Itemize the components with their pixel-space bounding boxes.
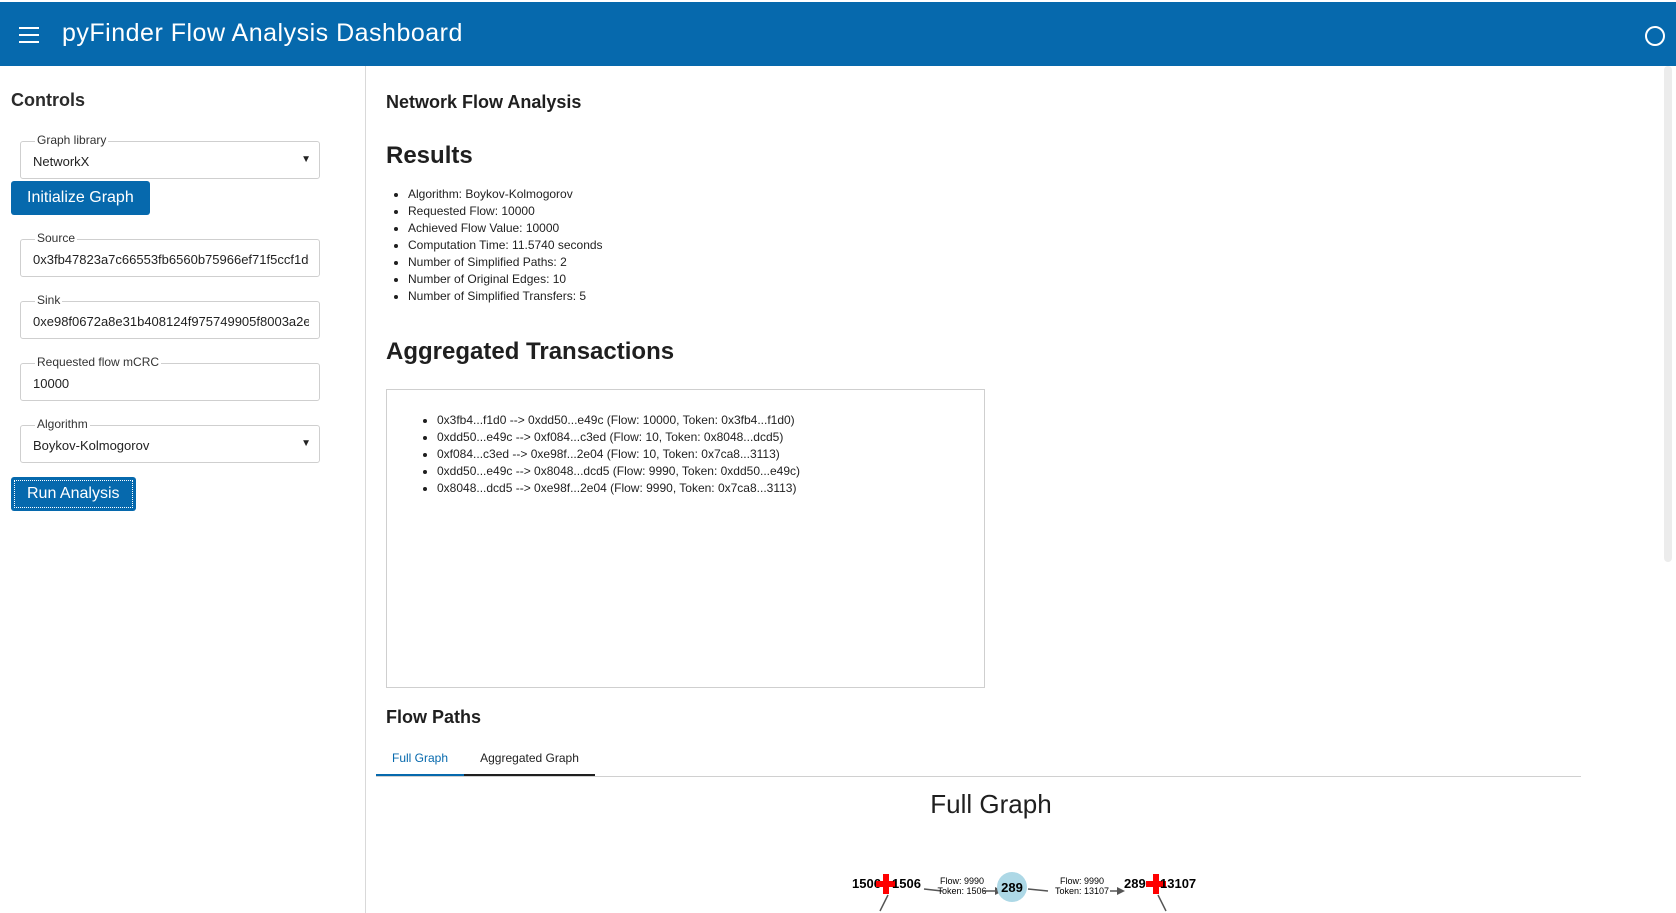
initialize-graph-button[interactable]: Initialize Graph: [11, 181, 150, 215]
list-item: Number of Original Edges: 10: [408, 271, 603, 288]
sink-label: Sink: [35, 293, 63, 307]
edge-flow-label: Flow: 9990: [1060, 876, 1104, 886]
sink-value: 0xe98f0672a8e31b408124f975749905f8003a2e…: [33, 314, 309, 329]
list-item: Requested Flow: 10000: [408, 203, 603, 220]
results-heading: Results: [386, 142, 473, 169]
hamburger-menu-icon[interactable]: [19, 27, 43, 44]
graph-title: Full Graph: [930, 789, 1052, 819]
edge-flow-label: Flow: 9990: [940, 876, 984, 886]
controls-sidebar: Controls Graph library NetworkX ▼ Initia…: [0, 66, 366, 913]
graph-library-select[interactable]: Graph library NetworkX ▼: [20, 133, 320, 179]
run-analysis-button[interactable]: Run Analysis: [11, 477, 136, 511]
vertical-scrollbar[interactable]: [1664, 66, 1672, 562]
tab-aggregated-graph[interactable]: Aggregated Graph: [464, 744, 595, 776]
source-value: 0x3fb47823a7c66553fb6560b75966ef71f5ccf1…: [33, 252, 309, 267]
aggregated-heading: Aggregated Transactions: [386, 338, 675, 365]
list-item: Algorithm: Boykov-Kolmogorov: [408, 186, 603, 203]
node-label-left-b: 1506: [892, 876, 921, 891]
edge-line: [1027, 888, 1049, 892]
flow-paths-heading: Flow Paths: [386, 707, 482, 727]
tab-full-graph[interactable]: Full Graph: [376, 744, 464, 776]
list-item: Computation Time: 11.5740 seconds: [408, 237, 603, 254]
node-label-right-b: 13107: [1160, 876, 1196, 891]
algorithm-label: Algorithm: [35, 417, 90, 431]
circle-icon[interactable]: [1645, 26, 1665, 46]
algorithm-value: Boykov-Kolmogorov: [33, 438, 150, 453]
sidebar-title: Controls: [11, 90, 85, 110]
graph-library-label: Graph library: [35, 133, 109, 147]
results-list: Algorithm: Boykov-Kolmogorov Requested F…: [390, 186, 603, 305]
list-item: 0x8048...dcd5 --> 0xe98f...2e04 (Flow: 9…: [437, 480, 800, 497]
edge-token-label: Token: 13107: [1055, 886, 1109, 896]
main-content: Network Flow Analysis Results Algorithm:…: [366, 66, 1676, 913]
source-label: Source: [35, 231, 78, 245]
source-input[interactable]: Source 0x3fb47823a7c66553fb6560b75966ef7…: [20, 231, 320, 277]
dropdown-caret-icon: ▼: [301, 154, 311, 165]
app-header: pyFinder Flow Analysis Dashboard: [0, 2, 1676, 66]
requested-flow-value: 10000: [33, 376, 70, 391]
graph-library-value: NetworkX: [33, 154, 90, 169]
algorithm-select[interactable]: Algorithm Boykov-Kolmogorov ▼: [20, 417, 320, 463]
list-item: Number of Simplified Transfers: 5: [408, 288, 603, 305]
requested-flow-label: Requested flow mCRC: [35, 355, 162, 369]
list-item: 0xdd50...e49c --> 0xf084...c3ed (Flow: 1…: [437, 429, 800, 446]
transactions-panel[interactable]: 0x3fb4...f1d0 --> 0xdd50...e49c (Flow: 1…: [386, 389, 985, 688]
list-item: 0xf084...c3ed --> 0xe98f...2e04 (Flow: 1…: [437, 446, 800, 463]
page-subtitle: Network Flow Analysis: [386, 92, 582, 112]
edge-token-label: Token: 1506: [937, 886, 986, 896]
dropdown-caret-icon: ▼: [301, 438, 311, 449]
flow-graph: 1506 1506 Flow: 9990 Token: 1506 289 Flo…: [852, 872, 1196, 912]
requested-flow-input[interactable]: Requested flow mCRC 10000: [20, 355, 320, 401]
node-label-center: 289: [1001, 880, 1023, 895]
edge-line: [1157, 894, 1167, 912]
list-item: 0xdd50...e49c --> 0x8048...dcd5 (Flow: 9…: [437, 463, 800, 480]
list-item: Achieved Flow Value: 10000: [408, 220, 603, 237]
graph-tabs: Full Graph Aggregated Graph: [376, 744, 1581, 777]
list-item: 0x3fb4...f1d0 --> 0xdd50...e49c (Flow: 1…: [437, 412, 800, 429]
list-item: Number of Simplified Paths: 2: [408, 254, 603, 271]
app-title: pyFinder Flow Analysis Dashboard: [62, 19, 463, 47]
edge-line: [879, 894, 889, 912]
sink-input[interactable]: Sink 0xe98f0672a8e31b408124f975749905f80…: [20, 293, 320, 339]
node-label-right-a: 289: [1124, 876, 1146, 891]
transactions-list: 0x3fb4...f1d0 --> 0xdd50...e49c (Flow: 1…: [419, 412, 800, 497]
